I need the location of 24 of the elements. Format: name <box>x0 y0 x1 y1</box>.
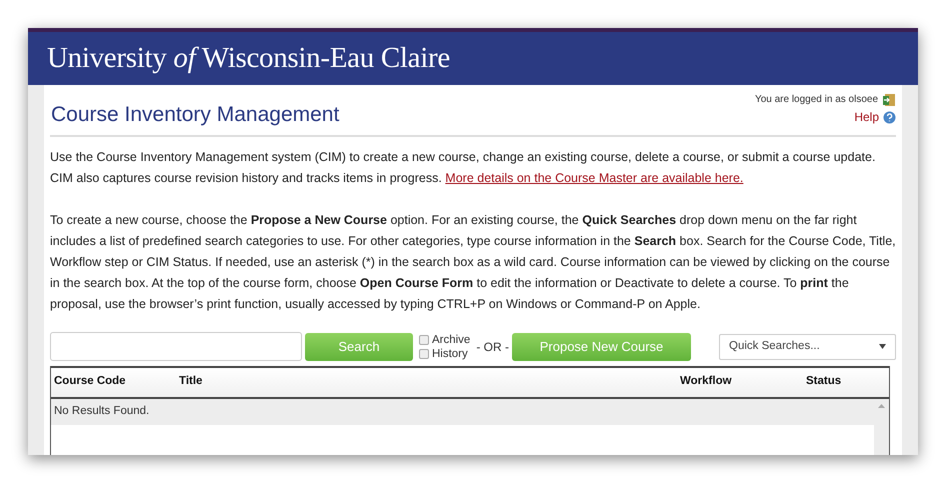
login-status: You are logged in as olsoee <box>754 93 878 107</box>
scrollbar[interactable] <box>874 398 889 455</box>
or-separator: - OR - <box>476 338 510 356</box>
column-header[interactable]: Status <box>806 373 842 391</box>
checkbox-label: History <box>432 346 468 360</box>
checkbox[interactable] <box>418 334 429 344</box>
intro-paragraph: Use the Course Inventory Management system (CIM) to create a new course, change an existing course, delete a course, or submit a course update. CIM also captures course revision history and tracks items in progress. More details on the Course Master are available here. <box>50 148 876 187</box>
checkbox-label: Archive <box>432 332 470 346</box>
help-link[interactable]: Help <box>854 108 879 126</box>
column-header[interactable]: Workflow <box>680 373 732 391</box>
search-field[interactable] <box>50 332 302 361</box>
quick-searches-dropdown[interactable]: Quick Searches... <box>719 334 896 360</box>
course-master-link[interactable]: More details on the Course Master are available here. <box>445 170 744 184</box>
scroll-up-icon[interactable] <box>878 404 885 408</box>
page-title: Course Inventory Management <box>51 102 340 128</box>
empty-message: No Results Found. <box>51 398 874 424</box>
door-icon[interactable] <box>882 92 896 106</box>
dropdown-caret-icon <box>879 344 886 349</box>
dropdown-placeholder: Quick Searches... <box>729 338 820 354</box>
checkbox[interactable] <box>418 348 429 358</box>
column-header[interactable]: Title <box>179 373 202 391</box>
help-icon[interactable] <box>883 110 896 124</box>
column-header[interactable]: Course Code <box>54 373 126 391</box>
instructions-paragraph: To create a new course, choose the Propose a New Course option. For an existing course, the Quick Searches drop down menu on the far right includes a list of predefined search categories to use. For other categories, type course information in the Search box. Search for the Course Code, Title, Workflow step or CIM Status. If needed, use an asterisk (*) in the search box as a wild card. Course information can be viewed by clicking on the course in the search box. At the top of the course form, choose Open Course Form to edit the information or Deactivate to delete a course. To print the proposal, use the browser’s print function, usually accessed by typing CTRL+P on Windows or Command-P on Apple. <box>50 212 896 313</box>
